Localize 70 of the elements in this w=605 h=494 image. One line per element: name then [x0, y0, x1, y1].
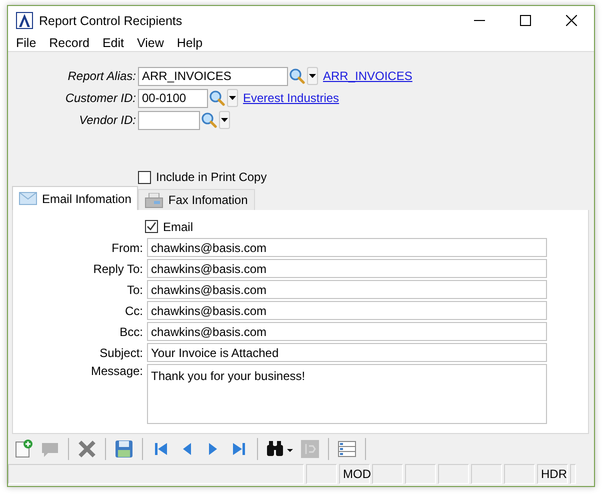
search-button[interactable] [288, 66, 307, 86]
last-record-icon [232, 441, 246, 457]
caret-icon [229, 96, 236, 100]
next-icon [208, 441, 218, 457]
menu-item[interactable]: File [8, 36, 42, 50]
input-field[interactable]: Your Invoice is Attached [147, 343, 547, 362]
field-label: Message: [90, 364, 144, 378]
message-field[interactable]: Thank you for your business! [147, 364, 547, 424]
search-icon [209, 90, 225, 106]
checkbox[interactable] [138, 170, 151, 184]
field-label: Report Alias: [66, 69, 137, 83]
window-title: Report Control Recipients [39, 14, 182, 28]
status-panel [570, 464, 576, 484]
search-icon [201, 112, 217, 128]
checkbox[interactable] [145, 220, 158, 233]
previous-icon [182, 441, 192, 457]
list-icon [337, 439, 357, 459]
app-logo-icon [16, 12, 33, 29]
input-field[interactable]: chawkins@basis.com [147, 280, 547, 299]
checkbox-label: Include in Print Copy [156, 170, 267, 184]
search-icon [289, 68, 305, 84]
input-field[interactable]: chawkins@basis.com [147, 259, 547, 278]
menu-item[interactable]: View [129, 36, 169, 50]
checkbox-label: Email [163, 220, 194, 234]
search-button[interactable] [208, 88, 227, 108]
field-label: To: [126, 282, 144, 296]
first-record-icon [154, 441, 168, 457]
status-panel [471, 464, 502, 484]
caret-icon [309, 74, 316, 78]
input-field[interactable]: chawkins@basis.com [147, 238, 547, 257]
menu-item[interactable]: Help [168, 36, 208, 50]
input-field[interactable] [138, 110, 200, 130]
goto-icon [300, 439, 320, 459]
dropdown-button[interactable] [219, 111, 230, 129]
status-panel [438, 464, 469, 484]
field-label: From: [110, 240, 144, 254]
status-indicator: MOD [339, 464, 370, 484]
field-label: Customer ID: [64, 91, 137, 105]
status-panel [405, 464, 436, 484]
field-label: Vendor ID: [78, 113, 137, 127]
dropdown-button[interactable] [227, 89, 238, 107]
tab[interactable]: Email Infomation [12, 186, 138, 210]
menu-item[interactable]: Edit [94, 36, 129, 50]
envelope-icon [19, 192, 37, 205]
link[interactable]: Everest Industries [243, 91, 340, 105]
new-document-icon [14, 439, 34, 459]
caret-icon [221, 118, 228, 122]
field-label: Bcc: [118, 324, 144, 338]
link[interactable]: ARR_INVOICES [323, 69, 412, 83]
field-label: Reply To: [92, 262, 144, 276]
dropdown-button[interactable] [307, 67, 318, 85]
field-label: Subject: [98, 346, 144, 360]
fax-machine-icon [145, 192, 164, 208]
menu-item[interactable]: Record [41, 36, 94, 50]
tab[interactable]: Fax Infomation [138, 189, 255, 210]
delete-icon [77, 439, 97, 459]
input-field[interactable]: ARR_INVOICES [138, 66, 288, 86]
input-field[interactable]: 00-0100 [138, 88, 208, 108]
input-field[interactable]: chawkins@basis.com [147, 322, 547, 341]
save-icon [114, 439, 134, 459]
input-field[interactable]: chawkins@basis.com [147, 301, 547, 320]
status-panel [372, 464, 403, 484]
close-icon [566, 15, 576, 26]
field-label: Cc: [124, 304, 144, 318]
binoculars-icon [266, 440, 294, 458]
status-panel [306, 464, 337, 484]
status-panel [504, 464, 535, 484]
status-indicator: HDR [537, 464, 568, 484]
search-button[interactable] [200, 110, 219, 130]
maximize-icon [520, 15, 530, 26]
